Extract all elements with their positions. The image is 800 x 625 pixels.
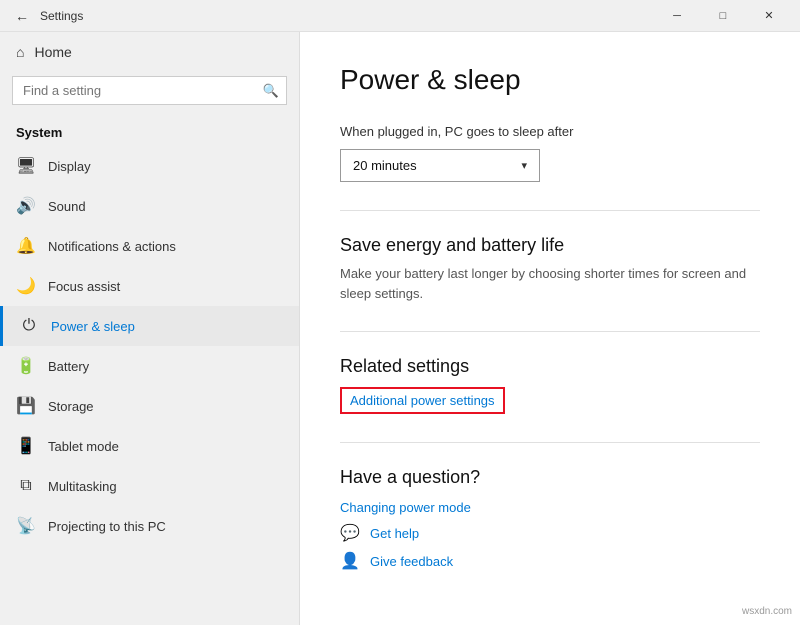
sidebar-label-sound: Sound: [48, 199, 86, 214]
divider-2: [340, 331, 760, 332]
have-question-section: Have a question? Changing power mode 💬 G…: [340, 467, 760, 571]
changing-power-link[interactable]: Changing power mode: [340, 500, 471, 515]
sidebar-item-projecting[interactable]: 📡 Projecting to this PC: [0, 506, 299, 546]
sidebar-item-home[interactable]: ⌂ Home: [0, 32, 299, 72]
sidebar-item-sound[interactable]: 🔊 Sound: [0, 186, 299, 226]
multitasking-icon: ⧉: [16, 476, 36, 496]
sidebar: ⌂ Home 🔍 System 🖥 Display 🔊 Sound 🔔 Noti…: [0, 32, 300, 625]
search-input[interactable]: [12, 76, 287, 105]
sidebar-label-tablet: Tablet mode: [48, 439, 119, 454]
related-settings-heading: Related settings: [340, 356, 760, 377]
sidebar-label-multitasking: Multitasking: [48, 479, 117, 494]
give-feedback-link[interactable]: Give feedback: [370, 554, 453, 569]
sleep-label: When plugged in, PC goes to sleep after: [340, 124, 760, 139]
minimize-button[interactable]: ─: [654, 0, 700, 32]
sidebar-item-storage[interactable]: 💾 Storage: [0, 386, 299, 426]
page-title: Power & sleep: [340, 64, 760, 96]
get-help-link[interactable]: Get help: [370, 526, 419, 541]
divider-1: [340, 210, 760, 211]
search-icon: 🔍: [263, 83, 279, 99]
sidebar-label-display: Display: [48, 159, 91, 174]
notifications-icon: 🔔: [16, 236, 36, 256]
sidebar-item-focus[interactable]: 🌙 Focus assist: [0, 266, 299, 306]
sidebar-label-focus: Focus assist: [48, 279, 120, 294]
home-icon: ⌂: [16, 44, 24, 60]
sound-icon: 🔊: [16, 196, 36, 216]
sidebar-item-battery[interactable]: 🔋 Battery: [0, 346, 299, 386]
sidebar-item-power[interactable]: ⏻ Power & sleep: [0, 306, 299, 346]
additional-power-settings-link[interactable]: Additional power settings: [340, 387, 505, 414]
sleep-dropdown[interactable]: 20 minutes ▾: [340, 149, 540, 182]
give-feedback-row: 👤 Give feedback: [340, 551, 760, 571]
search-container: 🔍: [12, 76, 287, 105]
window-controls: ─ □ ✕: [654, 0, 792, 32]
sidebar-label-power: Power & sleep: [51, 319, 135, 334]
sidebar-item-display[interactable]: 🖥 Display: [0, 146, 299, 186]
sidebar-label-storage: Storage: [48, 399, 94, 414]
save-energy-desc: Make your battery last longer by choosin…: [340, 264, 760, 303]
give-feedback-icon: 👤: [340, 551, 360, 571]
sidebar-label-battery: Battery: [48, 359, 89, 374]
display-icon: 🖥: [16, 156, 36, 176]
related-settings-section: Related settings Additional power settin…: [340, 356, 760, 414]
projecting-icon: 📡: [16, 516, 36, 536]
save-energy-section: Save energy and battery life Make your b…: [340, 235, 760, 303]
sidebar-item-tablet[interactable]: 📱 Tablet mode: [0, 426, 299, 466]
back-button[interactable]: ←: [8, 2, 36, 30]
close-button[interactable]: ✕: [746, 0, 792, 32]
home-label: Home: [34, 44, 71, 60]
changing-power-row: Changing power mode: [340, 500, 760, 515]
titlebar: ← Settings ─ □ ✕: [0, 0, 800, 32]
sidebar-item-multitasking[interactable]: ⧉ Multitasking: [0, 466, 299, 506]
get-help-icon: 💬: [340, 523, 360, 543]
app-body: ⌂ Home 🔍 System 🖥 Display 🔊 Sound 🔔 Noti…: [0, 32, 800, 625]
get-help-row: 💬 Get help: [340, 523, 760, 543]
maximize-button[interactable]: □: [700, 0, 746, 32]
window-title: Settings: [40, 9, 83, 23]
content-area: Power & sleep When plugged in, PC goes t…: [300, 32, 800, 625]
battery-icon: 🔋: [16, 356, 36, 376]
sidebar-label-projecting: Projecting to this PC: [48, 519, 166, 534]
sidebar-items-list: 🖥 Display 🔊 Sound 🔔 Notifications & acti…: [0, 146, 299, 546]
focus-icon: 🌙: [16, 276, 36, 296]
divider-3: [340, 442, 760, 443]
sleep-value: 20 minutes: [353, 158, 417, 173]
tablet-icon: 📱: [16, 436, 36, 456]
dropdown-arrow-icon: ▾: [521, 159, 527, 172]
storage-icon: 💾: [16, 396, 36, 416]
power-icon: ⏻: [19, 316, 39, 336]
sidebar-section-label: System: [0, 117, 299, 146]
watermark: wsxdn.com: [742, 606, 792, 617]
have-question-heading: Have a question?: [340, 467, 760, 488]
sleep-section: When plugged in, PC goes to sleep after …: [340, 124, 760, 182]
save-energy-heading: Save energy and battery life: [340, 235, 760, 256]
sidebar-label-notifications: Notifications & actions: [48, 239, 176, 254]
sidebar-item-notifications[interactable]: 🔔 Notifications & actions: [0, 226, 299, 266]
